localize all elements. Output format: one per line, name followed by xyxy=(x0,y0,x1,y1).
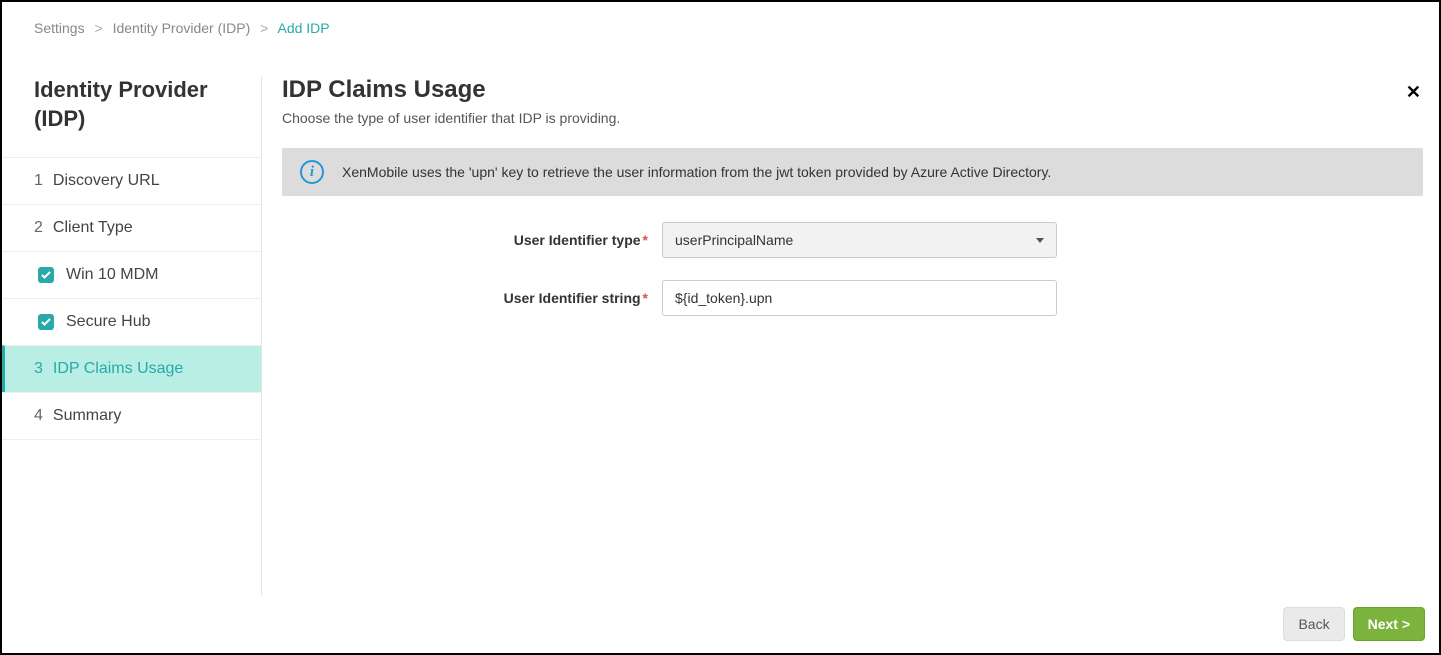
checkbox-checked-icon xyxy=(38,314,54,330)
page-subtitle: Choose the type of user identifier that … xyxy=(282,110,1423,126)
chevron-down-icon xyxy=(1036,238,1044,243)
form-row-user-identifier-string: User Identifier string* xyxy=(282,280,1423,316)
breadcrumb-idp[interactable]: Identity Provider (IDP) xyxy=(113,20,251,36)
step-label: Win 10 MDM xyxy=(66,266,158,284)
breadcrumb-settings[interactable]: Settings xyxy=(34,20,85,36)
breadcrumb-separator: > xyxy=(260,20,268,36)
user-identifier-string-input[interactable] xyxy=(662,280,1057,316)
step-number: 1 xyxy=(34,172,43,190)
required-asterisk: * xyxy=(643,232,648,248)
main-content: ✕ IDP Claims Usage Choose the type of us… xyxy=(262,76,1439,607)
step-discovery-url[interactable]: 1 Discovery URL xyxy=(2,157,261,204)
wizard-sidebar: Identity Provider (IDP) 1 Discovery URL … xyxy=(2,76,262,596)
checkbox-checked-icon xyxy=(38,267,54,283)
breadcrumb-separator: > xyxy=(94,20,102,36)
step-label: Summary xyxy=(53,407,121,425)
sidebar-title: Identity Provider (IDP) xyxy=(2,76,261,157)
info-text: XenMobile uses the 'upn' key to retrieve… xyxy=(342,164,1051,180)
step-label: Discovery URL xyxy=(53,172,160,190)
info-icon: i xyxy=(300,160,324,184)
step-win10-mdm[interactable]: Win 10 MDM xyxy=(2,251,261,298)
breadcrumb-current: Add IDP xyxy=(277,20,329,36)
step-idp-claims-usage[interactable]: 3 IDP Claims Usage xyxy=(2,345,261,392)
step-label: Client Type xyxy=(53,219,133,237)
step-number: 2 xyxy=(34,219,43,237)
next-button[interactable]: Next > xyxy=(1353,607,1425,641)
step-label: Secure Hub xyxy=(66,313,151,331)
step-client-type[interactable]: 2 Client Type xyxy=(2,204,261,251)
info-banner: i XenMobile uses the 'upn' key to retrie… xyxy=(282,148,1423,196)
step-number: 4 xyxy=(34,407,43,425)
user-identifier-type-select[interactable]: userPrincipalName xyxy=(662,222,1057,258)
step-summary[interactable]: 4 Summary xyxy=(2,392,261,440)
step-number: 3 xyxy=(34,360,43,378)
wizard-steps: 1 Discovery URL 2 Client Type Win 10 MDM… xyxy=(2,157,261,440)
close-icon[interactable]: ✕ xyxy=(1406,82,1421,103)
breadcrumb: Settings > Identity Provider (IDP) > Add… xyxy=(2,2,1439,36)
user-identifier-type-label: User Identifier type* xyxy=(282,232,662,248)
step-secure-hub[interactable]: Secure Hub xyxy=(2,298,261,345)
form-row-user-identifier-type: User Identifier type* userPrincipalName xyxy=(282,222,1423,258)
required-asterisk: * xyxy=(643,290,648,306)
page-title: IDP Claims Usage xyxy=(282,76,1423,104)
step-label: IDP Claims Usage xyxy=(53,360,183,378)
select-value: userPrincipalName xyxy=(675,232,793,248)
back-button[interactable]: Back xyxy=(1283,607,1344,641)
wizard-footer: Back Next > xyxy=(1283,607,1425,641)
user-identifier-string-label: User Identifier string* xyxy=(282,290,662,306)
